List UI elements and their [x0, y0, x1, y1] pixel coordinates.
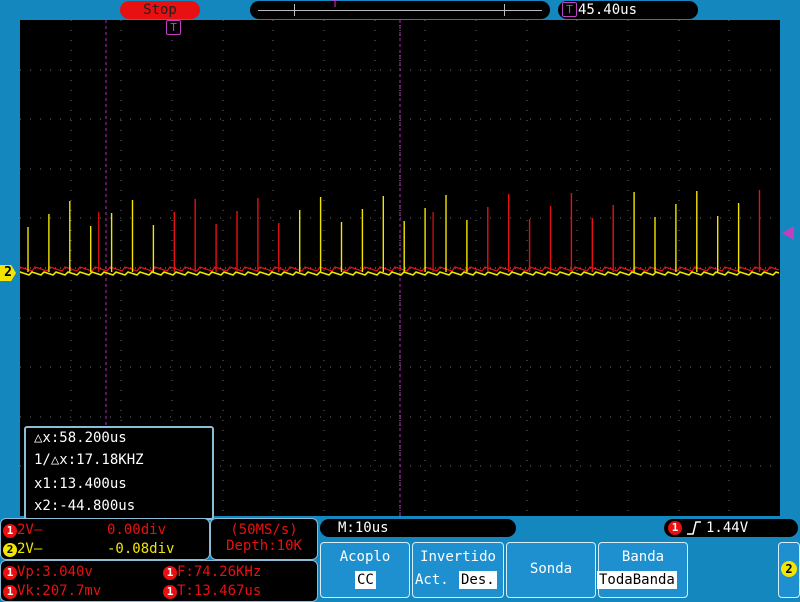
cursor-inverse-delta-x: 1/△x:17.18KHZ: [34, 452, 144, 468]
cursor-readout-panel: △x:58.200us 1/△x:17.18KHZ x1:13.400us x2…: [24, 426, 214, 520]
measurement-freq-text: F:74.26KHz: [177, 564, 262, 580]
ch2-badge: 2: [3, 543, 17, 557]
sampling-info-panel: (50MS/s) Depth:10K: [210, 518, 318, 560]
acoplo-button[interactable]: Acoplo CC: [320, 542, 410, 598]
invertido-act-option: Act.: [415, 572, 449, 588]
banda-button[interactable]: Banda TodaBanda: [597, 542, 688, 598]
timeline-trigger-marker: T: [332, 0, 339, 10]
run-stop-status[interactable]: Stop: [120, 1, 200, 19]
ch2-ground-marker: 2: [0, 265, 16, 281]
invertido-des-option: Des.: [459, 571, 497, 589]
timeline-window-left: [294, 4, 295, 16]
sample-rate: (50MS/s): [230, 522, 298, 538]
ch1-info[interactable]: 1 2V‒ 0.00div: [3, 521, 166, 539]
trigger-readout[interactable]: 1 1.44V: [664, 519, 798, 537]
meas-ch-badge: 1: [3, 585, 17, 599]
sonda-button[interactable]: Sonda: [506, 542, 596, 598]
measurement-freq: 1 F:74.26KHz: [163, 563, 261, 581]
trigger-time-icon: T: [562, 2, 577, 17]
sonda-title: Sonda: [529, 561, 573, 577]
measurement-period-text: T:13.467us: [177, 583, 262, 599]
trigger-position-marker: T: [166, 20, 181, 35]
meas-ch-badge: 1: [163, 585, 177, 599]
banda-value: TodaBanda: [597, 571, 677, 589]
trigger-level-arrow-icon: [782, 226, 794, 240]
measurement-vk-text: Vk:207.7mv: [17, 583, 102, 599]
memory-timeline: T: [250, 0, 550, 19]
ch1-offset: 0.00div: [107, 522, 167, 538]
invertido-button[interactable]: Invertido Act. Des.: [412, 542, 504, 598]
measurement-vp: 1 Vp:3.040v: [3, 563, 93, 581]
rising-edge-icon: [687, 521, 701, 535]
timeline-window-right: [504, 4, 505, 16]
ch2-offset: -0.08div: [107, 541, 175, 557]
measurement-vk: 1 Vk:207.7mv: [3, 582, 101, 600]
meas-ch-badge: 1: [163, 566, 177, 580]
invertido-title: Invertido: [420, 549, 496, 565]
cursor-x1: x1:13.400us: [34, 476, 127, 492]
timebase-readout[interactable]: M:10us: [320, 519, 516, 537]
measurement-panel: 1 Vp:3.040v 1 F:74.26KHz 1 Vk:207.7mv 1 T:13…: [0, 560, 318, 602]
timeline-track: [258, 10, 542, 11]
memory-depth: Depth:10K: [226, 538, 302, 554]
ch1-volts: 2V‒: [17, 522, 43, 538]
ch1-badge: 1: [3, 524, 17, 538]
channel-info-panel: 1 2V‒ 0.00div 2 2V‒ -0.08div: [0, 518, 210, 560]
ch2-info[interactable]: 2 2V‒ -0.08div: [3, 540, 174, 558]
acoplo-value: CC: [355, 571, 376, 589]
meas-ch-badge: 1: [3, 566, 17, 580]
trigger-time-readout: T 45.40us: [558, 1, 698, 19]
trigger-channel-badge: 1: [668, 521, 682, 535]
measurement-vp-text: Vp:3.040v: [17, 564, 93, 580]
trigger-level: 1.44V: [706, 520, 749, 536]
trigger-time-value: 45.40us: [578, 2, 638, 18]
cursor-x2: x2:-44.800us: [34, 498, 136, 514]
cursor-delta-x: △x:58.200us: [34, 430, 127, 446]
acoplo-title: Acoplo: [339, 549, 391, 565]
side-channel-badge: 2: [781, 561, 797, 577]
side-channel-tab[interactable]: 2: [778, 542, 800, 598]
banda-title: Banda: [621, 549, 665, 565]
measurement-period: 1 T:13.467us: [163, 582, 261, 600]
timebase-value: M:10us: [338, 520, 389, 536]
ch2-volts: 2V‒: [17, 541, 43, 557]
